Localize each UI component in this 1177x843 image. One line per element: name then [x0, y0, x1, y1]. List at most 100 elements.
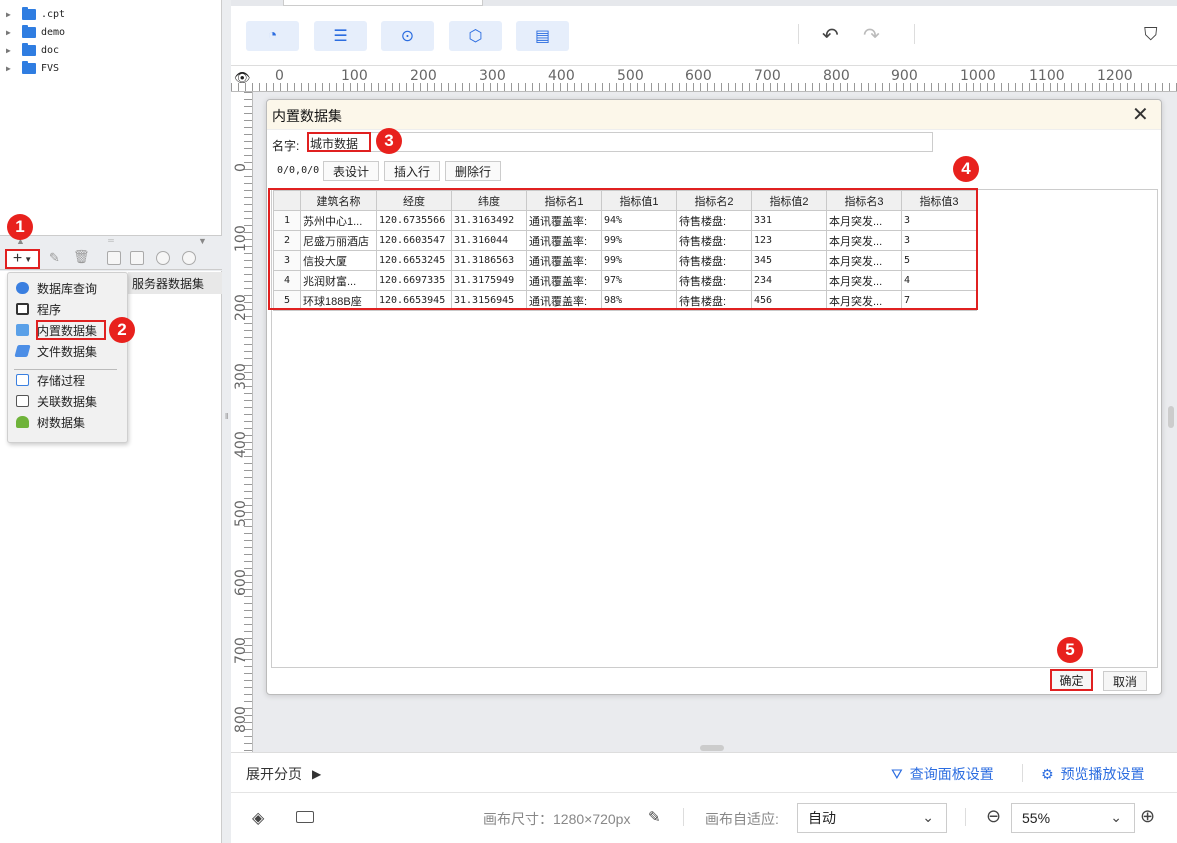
- expand-arrow-icon[interactable]: ▶: [6, 64, 16, 73]
- query-panel-settings[interactable]: ⛛ 查询面板设置: [891, 764, 994, 784]
- edit-icon[interactable]: ✎: [49, 250, 60, 266]
- tree-item[interactable]: ▶ demo: [6, 23, 65, 41]
- play-icon: ▶: [312, 767, 322, 781]
- zoom-value: 55%: [1022, 810, 1051, 826]
- canvas-fit-label: 画布自适应:: [705, 811, 779, 827]
- folder-icon: [22, 60, 36, 74]
- menu-item-stored-procedure[interactable]: 存储过程: [16, 370, 85, 390]
- folder-icon: [22, 42, 36, 56]
- panel-splitter[interactable]: ‖: [222, 0, 231, 843]
- ruler-label: 500: [617, 68, 644, 84]
- menu-item-db-query[interactable]: 数据库查询: [16, 278, 97, 298]
- cell-position: 0/0,0/0: [277, 165, 320, 176]
- canvas-fit-select[interactable]: 自动 ⌄: [797, 803, 947, 833]
- delete-row-button[interactable]: 删除行: [445, 161, 501, 181]
- db-settings-icon[interactable]: [182, 251, 196, 265]
- archive-button[interactable]: ▤: [516, 21, 569, 51]
- chart-button[interactable]: ◔: [246, 21, 299, 51]
- add-dataset-button[interactable]: + ▼: [5, 249, 40, 269]
- ruler-label: 500: [233, 500, 249, 527]
- preview-play-settings[interactable]: ⚙ 预览播放设置: [1041, 764, 1145, 784]
- server-edit-icon[interactable]: [130, 251, 144, 265]
- grid-highlight: [268, 188, 978, 310]
- keyboard-icon[interactable]: [296, 811, 314, 823]
- file-tree: ▶ .cpt ▶ demo ▶ doc ▶ FVS: [0, 0, 222, 236]
- tree-item-label: demo: [41, 26, 66, 38]
- ruler-label: 600: [685, 68, 712, 84]
- server-dataset-tab[interactable]: 服务器数据集: [128, 272, 222, 294]
- table-design-button[interactable]: 表设计: [323, 161, 379, 181]
- ruler-label: 1000: [960, 68, 996, 84]
- cancel-button[interactable]: 取消: [1103, 671, 1147, 691]
- ruler-label: 200: [410, 68, 437, 84]
- zoom-out-icon[interactable]: ⊖: [986, 806, 1001, 827]
- layers-icon[interactable]: ◈: [252, 808, 264, 828]
- table-icon: ☰: [333, 28, 348, 45]
- menu-item-label: 程序: [37, 302, 62, 317]
- dialog-header: [267, 100, 1161, 130]
- page-bar: 展开分页 ▶ ⛛ 查询面板设置 ⚙ 预览播放设置: [231, 752, 1177, 792]
- toolbar-divider: [798, 24, 799, 44]
- canvas-size-label: 画布尺寸：1280×720px: [483, 811, 631, 827]
- expand-arrow-icon[interactable]: ▶: [6, 46, 16, 55]
- expand-arrow-icon[interactable]: ▶: [6, 28, 16, 37]
- step-badge-3: 3: [376, 128, 402, 154]
- add-dataset-menu: 数据库查询 程序 内置数据集 文件数据集 存储过程 关联数据集 树数据集: [7, 272, 128, 443]
- highlight-builtin-dataset: [36, 320, 106, 340]
- zoom-in-icon[interactable]: ⊕: [1140, 806, 1155, 827]
- ruler-label: 400: [233, 431, 249, 458]
- theme-icon[interactable]: ⛉: [1144, 24, 1158, 45]
- menu-item-label: 关联数据集: [37, 394, 98, 409]
- menu-item-tree-dataset[interactable]: 树数据集: [16, 412, 85, 432]
- tree-item-label: FVS: [41, 62, 60, 74]
- ruler-label: 0: [233, 163, 249, 172]
- more-button[interactable]: ⊙: [381, 21, 434, 51]
- eye-icon[interactable]: 👁: [234, 70, 251, 86]
- undo-icon[interactable]: ↶: [822, 23, 839, 48]
- status-bar: ◈ 画布尺寸：1280×720px ✎ 画布自适应: 自动 ⌄ ⊖ 55% ⌄ ⊕: [231, 792, 1177, 843]
- table-button[interactable]: ☰: [314, 21, 367, 51]
- edit-size-icon[interactable]: ✎: [648, 808, 661, 826]
- menu-item-joined-dataset[interactable]: 关联数据集: [16, 391, 97, 411]
- menu-item-program[interactable]: 程序: [16, 299, 61, 319]
- name-value-highlight[interactable]: 城市数据: [307, 132, 371, 152]
- ruler-label: 700: [754, 68, 781, 84]
- zoom-select[interactable]: 55% ⌄: [1011, 803, 1135, 833]
- component-button[interactable]: ⬡: [449, 21, 502, 51]
- db-connect-icon[interactable]: [156, 251, 170, 265]
- menu-item-label: 树数据集: [37, 415, 86, 430]
- active-tab[interactable]: [283, 0, 483, 6]
- top-toolbar: [231, 0, 1177, 66]
- close-icon[interactable]: ✕: [1132, 102, 1149, 127]
- folder-icon: [22, 24, 36, 38]
- expand-arrow-icon[interactable]: ▶: [6, 10, 16, 19]
- redo-icon[interactable]: ↷: [863, 23, 880, 48]
- insert-row-button[interactable]: 插入行: [384, 161, 440, 181]
- monitor-icon: [16, 303, 29, 315]
- divider: [965, 808, 966, 826]
- horizontal-scrollbar[interactable]: [700, 745, 724, 751]
- expand-pages-button[interactable]: 展开分页 ▶: [246, 764, 321, 784]
- toolbar-divider: [914, 24, 915, 44]
- database-icon: [16, 282, 29, 294]
- tree-item[interactable]: ▶ .cpt: [6, 5, 65, 23]
- ruler-label: 300: [479, 68, 506, 84]
- preview-icon[interactable]: [107, 251, 121, 265]
- tree-icon: [16, 416, 29, 428]
- vertical-scrollbar[interactable]: [1168, 406, 1174, 428]
- ruler-label: 300: [233, 363, 249, 390]
- expand-pages-label: 展开分页: [246, 766, 302, 782]
- divider: [683, 808, 684, 826]
- drag-handle[interactable]: ═: [100, 236, 122, 246]
- join-icon: [16, 395, 29, 407]
- builtin-table-icon: [16, 324, 29, 336]
- ruler-label: 600: [233, 569, 249, 596]
- ok-button[interactable]: 确定: [1050, 669, 1093, 691]
- file-dataset-icon: [14, 345, 31, 357]
- tree-item[interactable]: ▶ doc: [6, 41, 59, 59]
- menu-item-file-dataset[interactable]: 文件数据集: [14, 341, 97, 361]
- delete-icon[interactable]: 🗑: [73, 249, 90, 265]
- collapse-icon[interactable]: ▼: [198, 236, 207, 246]
- ruler-label: 1100: [1029, 68, 1065, 84]
- tree-item[interactable]: ▶ FVS: [6, 59, 59, 77]
